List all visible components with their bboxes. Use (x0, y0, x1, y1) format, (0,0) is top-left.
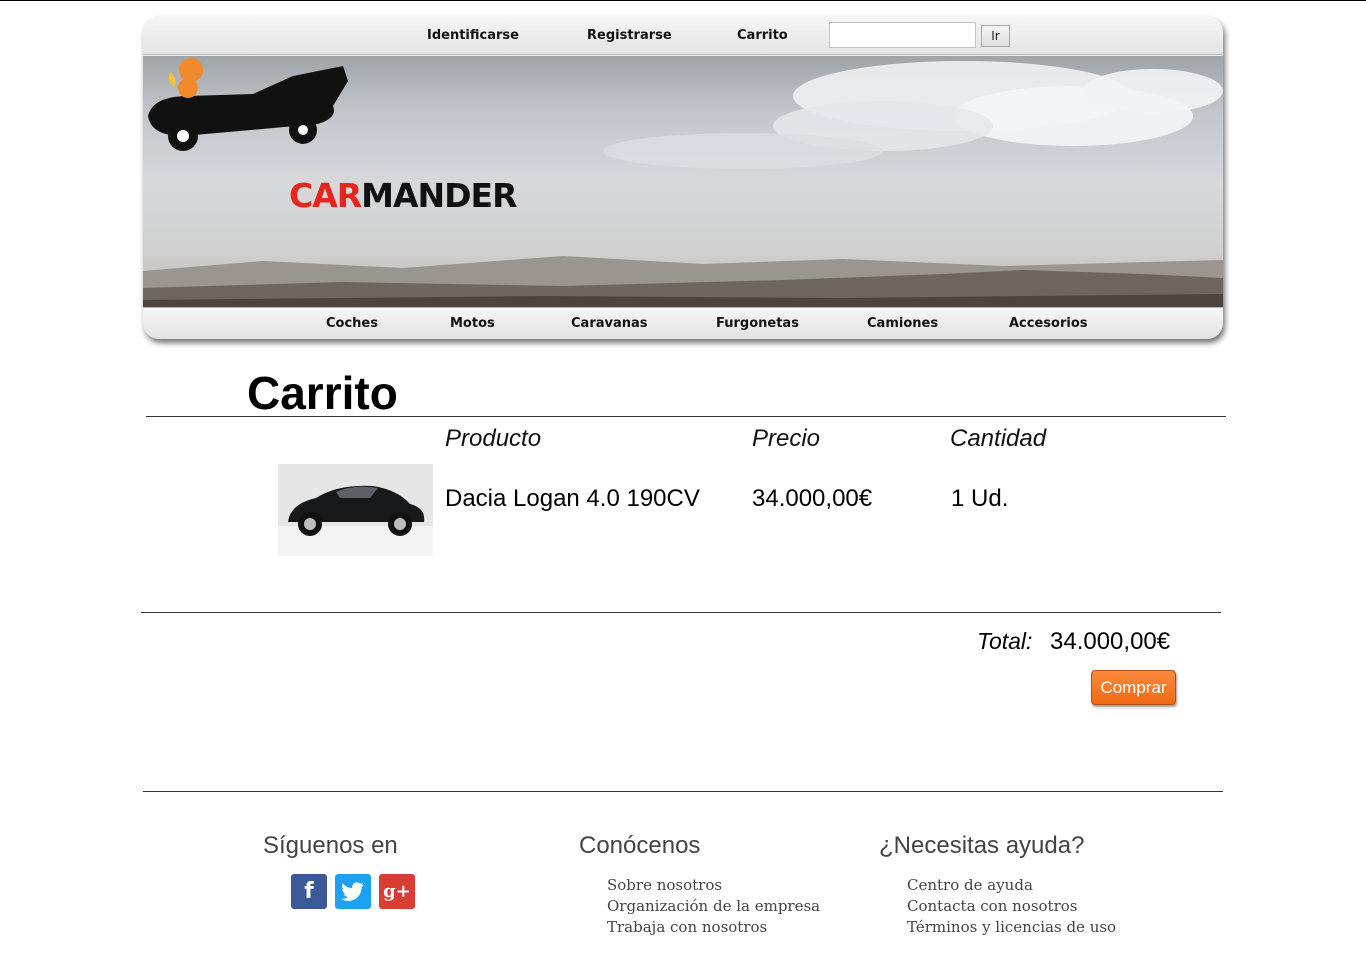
nav-item-coches[interactable]: Coches (326, 316, 378, 331)
link-about-us[interactable]: Sobre nosotros (607, 876, 820, 897)
brand-mander: MANDER (361, 176, 517, 215)
product-name[interactable]: Dacia Logan 4.0 190CV (445, 485, 700, 513)
link-terms[interactable]: Términos y licencias de uso (907, 918, 1116, 939)
nav-item-motos[interactable]: Motos (450, 316, 495, 331)
nav-item-furgonetas[interactable]: Furgonetas (716, 316, 799, 331)
google-plus-icon[interactable]: g+ (379, 874, 415, 909)
column-header-product: Producto (445, 425, 542, 452)
total-label: Total: (977, 628, 1033, 654)
footer-divider (143, 791, 1223, 792)
search-input[interactable] (829, 22, 976, 48)
link-help-center[interactable]: Centro de ayuda (907, 876, 1116, 897)
title-divider (146, 416, 1226, 417)
nav-item-accesorios[interactable]: Accesorios (1009, 316, 1088, 331)
items-divider (141, 612, 1221, 613)
top-bar: Identificarse Registrarse Carrito Ir (143, 16, 1223, 55)
site-header: Identificarse Registrarse Carrito Ir CAR… (143, 16, 1223, 339)
total-value: 34.000,00€ (1050, 628, 1171, 655)
carmander-logo (148, 58, 348, 151)
product-price: 34.000,00€ (752, 485, 873, 512)
column-header-quantity: Cantidad (950, 425, 1047, 452)
link-contact[interactable]: Contacta con nosotros (907, 897, 1116, 918)
nav-item-camiones[interactable]: Camiones (867, 316, 938, 331)
cart-link[interactable]: Carrito (737, 28, 788, 43)
nav-item-caravanas[interactable]: Caravanas (571, 316, 648, 331)
page-title: Carrito (247, 367, 398, 419)
search-button[interactable]: Ir (981, 25, 1010, 47)
column-header-price: Precio (752, 425, 821, 452)
buy-button[interactable]: Comprar (1091, 670, 1176, 705)
link-jobs[interactable]: Trabaja con nosotros (607, 918, 820, 939)
about-links: Sobre nosotros Organización de la empres… (607, 876, 820, 939)
about-heading: Conócenos (579, 832, 701, 859)
twitter-icon[interactable] (335, 874, 371, 909)
brand-wordmark: CARMANDER (289, 176, 518, 215)
product-image[interactable] (278, 464, 433, 556)
product-quantity: 1 Ud. (951, 485, 1009, 512)
social-heading: Síguenos en (263, 832, 398, 859)
category-nav: Coches Motos Caravanas Furgonetas Camion… (143, 307, 1223, 339)
register-link[interactable]: Registrarse (587, 28, 672, 43)
help-links: Centro de ayuda Contacta con nosotros Té… (907, 876, 1116, 939)
facebook-icon[interactable]: f (291, 874, 327, 909)
brand-car: CAR (289, 176, 362, 215)
link-organization[interactable]: Organización de la empresa (607, 897, 820, 918)
help-heading: ¿Necesitas ayuda? (879, 832, 1085, 859)
top-border (0, 0, 1366, 1)
login-link[interactable]: Identificarse (427, 28, 519, 43)
